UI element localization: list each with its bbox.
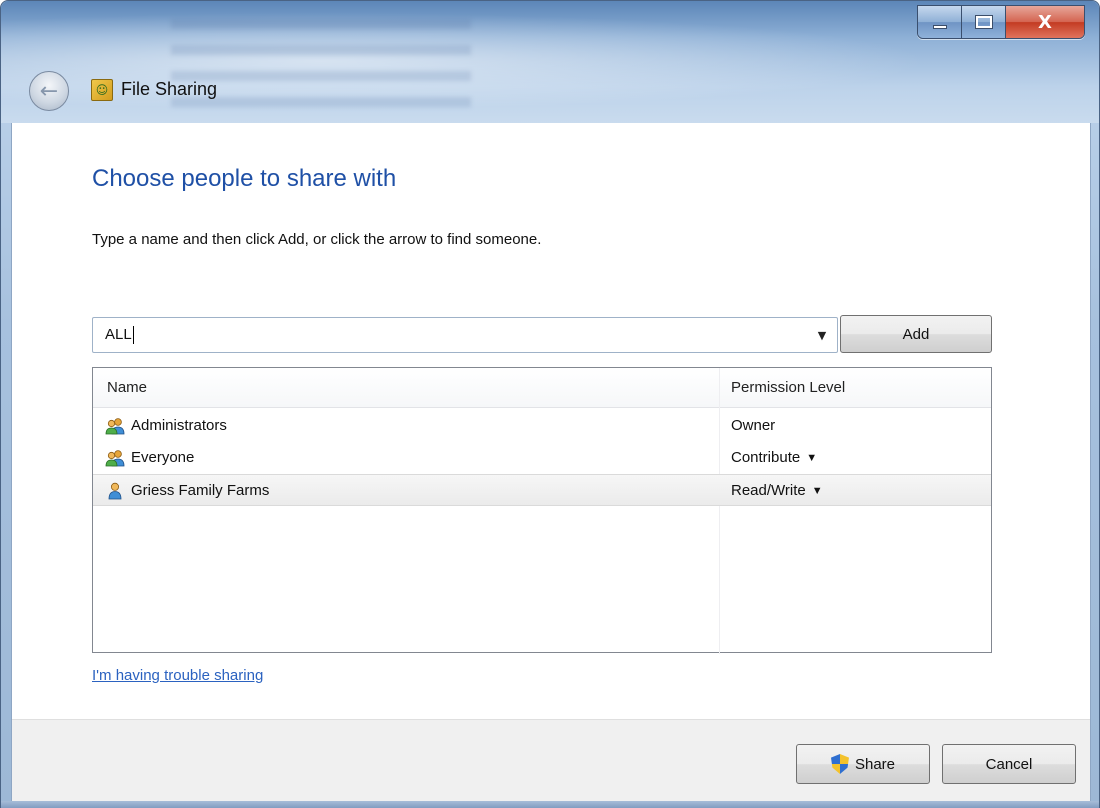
permission-dropdown[interactable]: Read/Write ▼ — [731, 482, 823, 499]
row-permission: Contribute — [731, 449, 801, 466]
add-button[interactable]: Add — [840, 315, 992, 353]
back-button[interactable]: ← — [29, 71, 69, 111]
list-header: Name Permission Level — [93, 368, 991, 408]
row-name: Griess Family Farms — [131, 482, 270, 499]
group-icon — [105, 418, 125, 435]
dropdown-arrow-icon: ▼ — [806, 452, 818, 464]
caption-buttons: X — [917, 5, 1085, 39]
row-permission: Owner — [731, 417, 776, 434]
column-header-name[interactable]: Name — [107, 379, 147, 396]
row-name: Everyone — [131, 449, 195, 466]
minimize-icon — [932, 25, 947, 29]
name-combobox[interactable]: ALL ▼ — [92, 317, 838, 353]
window-bottom-border — [1, 801, 1099, 808]
window-title: File Sharing — [121, 79, 218, 99]
list-item-administrators[interactable]: Administrators Owner — [93, 410, 991, 442]
name-input-value: ALL — [105, 325, 132, 343]
instruction-text: Type a name and then click Add, or click… — [92, 231, 542, 248]
column-header-permission[interactable]: Permission Level — [731, 379, 845, 396]
uac-shield-icon — [830, 754, 849, 774]
close-icon: X — [1038, 11, 1052, 33]
file-sharing-icon: ☺ — [91, 79, 113, 101]
sharing-list[interactable]: Name Permission Level Administrators Own… — [92, 367, 992, 654]
share-button[interactable]: Share — [796, 744, 930, 784]
maximize-icon — [974, 15, 993, 29]
group-icon — [105, 450, 125, 467]
row-permission: Read/Write — [731, 482, 806, 499]
trouble-sharing-link[interactable]: I'm having trouble sharing — [92, 667, 263, 684]
cancel-button[interactable]: Cancel — [942, 744, 1076, 784]
dropdown-arrow-icon: ▼ — [811, 485, 823, 497]
name-input[interactable]: ALL — [93, 325, 807, 345]
row-name: Administrators — [131, 417, 227, 434]
minimize-button[interactable] — [918, 6, 962, 38]
close-button[interactable]: X — [1006, 6, 1084, 38]
permission-dropdown[interactable]: Contribute ▼ — [731, 449, 817, 466]
page-title: Choose people to share with — [92, 165, 397, 192]
title-bar[interactable]: ← ☺ File Sharing X — [1, 1, 1099, 123]
user-icon — [108, 482, 122, 500]
maximize-button[interactable] — [962, 6, 1006, 38]
list-item-everyone[interactable]: Everyone Contribute ▼ — [93, 442, 991, 474]
back-arrow-icon: ← — [39, 78, 59, 104]
dialog-content: Choose people to share with Type a name … — [11, 123, 1091, 801]
text-caret — [132, 326, 134, 345]
share-button-label: Share — [854, 755, 896, 773]
dialog-footer: Share Cancel — [12, 719, 1090, 801]
file-sharing-window: ← ☺ File Sharing X Choose people to shar… — [0, 0, 1100, 808]
list-item-griess-family-farms[interactable]: Griess Family Farms Read/Write ▼ — [93, 474, 991, 506]
combobox-dropdown-arrow-icon[interactable]: ▼ — [807, 318, 837, 352]
